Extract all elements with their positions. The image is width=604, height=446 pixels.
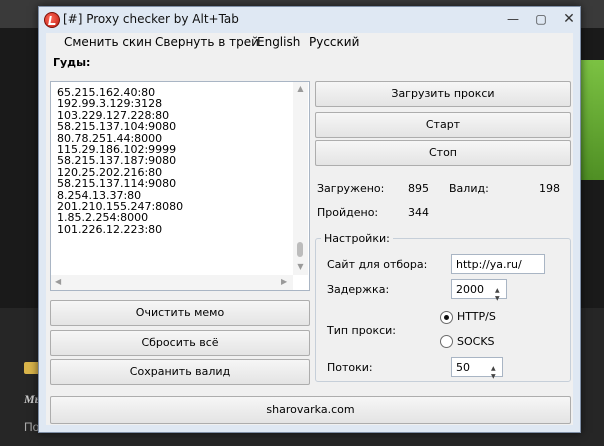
site-input[interactable]: http://ya.ru/ [451,254,545,274]
good-proxies-label: Гуды: [53,56,91,69]
menu-english[interactable]: English [257,35,300,49]
delay-value: 2000 [456,283,484,296]
menu-change-skin[interactable]: Сменить скин [64,35,152,49]
memo-line: 58.215.137.104:9080 [57,120,177,134]
socks-radio[interactable] [440,335,453,348]
load-proxy-button[interactable]: Загрузить прокси [315,81,571,107]
threads-label: Потоки: [327,361,373,374]
scroll-down-icon[interactable]: ▼ [296,262,305,271]
scroll-up-icon[interactable]: ▲ [296,84,305,93]
menu-bar: Сменить скин Свернуть в трей English Рус… [46,33,573,51]
threads-spin[interactable]: ▲ ▼ [488,357,502,380]
start-button[interactable]: Старт [315,112,571,138]
spin-down-icon[interactable]: ▼ [495,289,500,309]
horizontal-scrollbar[interactable]: ◀ ▶ [51,275,293,290]
site-link-button[interactable]: sharovarka.com [50,396,571,424]
window-title: [#] Proxy checker by Alt+Tab [63,12,239,26]
vertical-scrollbar[interactable]: ▲ ▼ [293,82,308,275]
memo-lines: 65.215.162.40:80 192.99.3.129:3128 103.229… [57,87,183,235]
http-radio[interactable] [440,311,453,324]
client-area: Сменить скин Свернуть в трей English Рус… [46,33,573,425]
reset-all-button[interactable]: Сбросить всё [50,330,310,356]
spin-down-icon[interactable]: ▼ [491,367,496,387]
menu-russian[interactable]: Русский [309,35,359,49]
stop-button[interactable]: Стоп [315,140,571,166]
delay-label: Задержка: [327,283,390,296]
delay-spin[interactable]: ▲ ▼ [492,279,506,302]
scroll-right-icon[interactable]: ▶ [281,277,287,286]
settings-title: Настройки: [321,232,393,245]
loaded-label: Загружено: [317,182,385,195]
threads-value: 50 [456,361,470,374]
passed-value: 344 [408,206,429,219]
memo-line: 101.226.12.223:80 [57,222,163,236]
threads-stepper[interactable]: 50 ▲ ▼ [451,357,503,380]
valid-value: 198 [539,182,560,195]
save-valid-button[interactable]: Сохранить валид [50,359,310,385]
proxy-type-label: Тип прокси: [327,324,397,337]
loaded-value: 895 [408,182,429,195]
maximize-button[interactable]: ▢ [530,11,552,29]
scroll-thumb[interactable] [297,242,303,257]
menu-minimize-to-tray[interactable]: Свернуть в трей [155,35,259,49]
passed-label: Пройдено: [317,206,379,219]
memo-line: 1.85.2.254:8000 [57,211,149,225]
close-button[interactable]: ✕ [558,11,580,29]
scroll-left-icon[interactable]: ◀ [55,277,61,286]
app-icon [44,12,60,28]
site-label: Сайт для отбора: [327,258,428,271]
proxy-checker-window: [#] Proxy checker by Alt+Tab — ▢ ✕ Смени… [38,6,581,433]
socks-radio-label[interactable]: SOCKS [457,335,495,348]
title-bar[interactable]: [#] Proxy checker by Alt+Tab — ▢ ✕ [39,7,580,33]
delay-stepper[interactable]: 2000 ▲ ▼ [451,279,507,302]
http-radio-label[interactable]: HTTP/S [457,310,496,323]
good-proxies-memo[interactable]: 65.215.162.40:80 192.99.3.129:3128 103.229… [50,81,310,291]
minimize-button[interactable]: — [502,11,524,29]
valid-label: Валид: [449,182,489,195]
clear-memo-button[interactable]: Очистить мемо [50,300,310,326]
memo-line: 58.215.137.114:9080 [57,177,177,191]
